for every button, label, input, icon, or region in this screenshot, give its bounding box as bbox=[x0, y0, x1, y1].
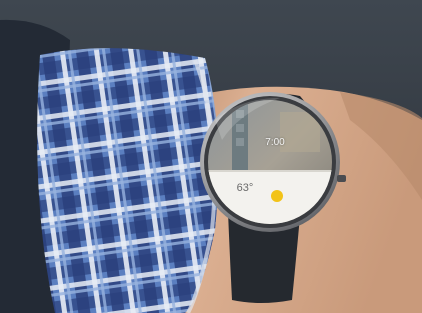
weather-temperature: 63° bbox=[236, 182, 254, 194]
shirt-cuff bbox=[37, 48, 219, 313]
sun-icon bbox=[271, 190, 283, 202]
photo-scene: 7:00 63° bbox=[0, 0, 422, 313]
watch-time: 7:00 bbox=[265, 137, 285, 148]
photo-illustration bbox=[0, 0, 422, 313]
watch-crown[interactable] bbox=[337, 175, 346, 182]
